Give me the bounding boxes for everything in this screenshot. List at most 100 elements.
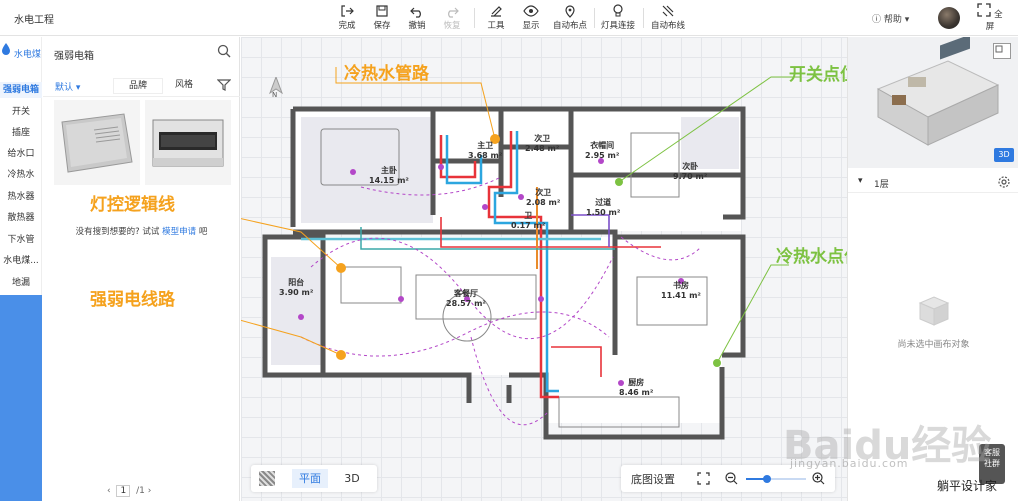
- gear-icon[interactable]: [998, 176, 1010, 188]
- no-selection-message: 尚未选中画布对象: [897, 340, 970, 350]
- auto-points-button[interactable]: 自动布点: [552, 2, 588, 34]
- room-label[interactable]: 阳台 3.90 m²: [279, 278, 313, 298]
- filter-funnel-icon[interactable]: [217, 78, 231, 92]
- expand-view-icon[interactable]: [993, 43, 1011, 59]
- search-input[interactable]: 强弱电箱: [54, 47, 94, 62]
- room-area: 2.08 m²: [526, 198, 561, 207]
- category-item[interactable]: 开关: [0, 104, 42, 117]
- category-item[interactable]: 热水器: [0, 189, 42, 202]
- lamp-connect-label: 灯具连接: [600, 21, 635, 31]
- floor-selector[interactable]: ▾ 1层: [848, 171, 1018, 193]
- fit-screen-icon[interactable]: [697, 472, 710, 485]
- toolbar-divider: [643, 8, 644, 28]
- room-label[interactable]: 客餐厅 28.57 m²: [446, 289, 486, 309]
- undo-button[interactable]: 撤销: [407, 2, 427, 34]
- zoom-out-icon[interactable]: [725, 472, 738, 485]
- help-label: 帮助: [883, 15, 902, 25]
- room-name: 厨房: [628, 378, 645, 387]
- product-card-breaker-box[interactable]: [145, 100, 231, 185]
- brand-filter[interactable]: 品牌: [113, 78, 163, 94]
- room-name: 卫: [524, 211, 533, 220]
- category-item[interactable]: 冷热水: [0, 167, 42, 180]
- category-item[interactable]: 地漏: [0, 275, 42, 288]
- zoom-slider-knob[interactable]: [763, 475, 771, 483]
- tools-button[interactable]: 工具: [486, 2, 506, 34]
- room-area: 0.17 m²: [511, 221, 546, 230]
- room-label[interactable]: 次卧 9.70 m²: [673, 162, 707, 182]
- room-label[interactable]: 衣帽间 2.95 m²: [585, 141, 619, 161]
- room-area: 3.68 m²: [468, 151, 503, 160]
- design-canvas[interactable]: N 主卧 14.15 m² 主卫 3.68 m² 次卫 2.48 m² 衣帽间 …: [241, 37, 847, 501]
- save-icon: [376, 5, 388, 17]
- watermark-url: jingyan.baidu.com: [790, 457, 909, 470]
- auto-points-label: 自动布点: [552, 21, 587, 31]
- save-button[interactable]: 保存: [372, 2, 392, 34]
- room-area: 11.41 m²: [661, 291, 701, 300]
- current-page[interactable]: 1: [116, 485, 131, 497]
- top-toolbar: 水电工程 完成 保存 撤销 恢复 工具 显示 自动布点 灯具连接 自动布线 ⓘ …: [0, 0, 1018, 36]
- zoom-in-icon[interactable]: [812, 472, 825, 485]
- next-page-icon[interactable]: ›: [148, 486, 152, 496]
- complete-label: 完成: [338, 21, 356, 31]
- model-request-link[interactable]: 模型申请: [162, 227, 196, 237]
- room-label[interactable]: 书房 11.41 m²: [661, 281, 701, 301]
- room-area: 2.48 m²: [525, 144, 560, 153]
- category-header[interactable]: 水电煤: [0, 43, 42, 60]
- category-item[interactable]: 散热器: [0, 210, 42, 223]
- style-filter[interactable]: 风格: [159, 78, 209, 94]
- distribution-box-image: [54, 100, 140, 185]
- room-label[interactable]: 主卫 3.68 m²: [468, 141, 502, 161]
- product-card-panel-box[interactable]: [54, 100, 140, 185]
- undo-label: 撤销: [408, 21, 426, 31]
- category-item[interactable]: 下水管: [0, 232, 42, 245]
- room-label[interactable]: 过道 1.50 m²: [586, 198, 620, 218]
- category-item[interactable]: 给水口: [0, 146, 42, 159]
- room-name: 书房: [672, 281, 689, 290]
- auto-wiring-label: 自动布线: [650, 21, 685, 31]
- lamp-connect-button[interactable]: 灯具连接: [600, 2, 636, 34]
- room-name: 过道: [595, 198, 612, 207]
- room-label[interactable]: 厨房 8.46 m²: [619, 378, 653, 398]
- 3d-toggle-button[interactable]: 3D: [994, 148, 1014, 162]
- user-avatar[interactable]: [938, 7, 960, 29]
- help-menu[interactable]: ⓘ 帮助 ▾: [872, 12, 909, 25]
- room-area: 2.95 m²: [585, 151, 620, 160]
- pagination: ‹ 1 /1 ›: [107, 485, 151, 497]
- search-icon[interactable]: [217, 44, 231, 58]
- category-item[interactable]: 强弱电箱: [0, 82, 42, 98]
- wiring-icon: [662, 5, 674, 17]
- complete-button[interactable]: 完成: [337, 2, 357, 34]
- zoom-slider[interactable]: [746, 475, 806, 483]
- undo-icon: [410, 7, 421, 18]
- save-label: 保存: [373, 21, 391, 31]
- room-label[interactable]: 次卫 2.48 m²: [525, 134, 559, 154]
- auto-wiring-button[interactable]: 自动布线: [650, 2, 686, 34]
- caret-down-icon: ▾: [904, 15, 910, 25]
- room-label[interactable]: 卫 0.17 m²: [511, 211, 545, 231]
- room-label[interactable]: 次卫 2.08 m²: [526, 188, 560, 208]
- plan-view-tab[interactable]: 平面: [292, 469, 328, 488]
- empty-box-icon: [918, 296, 950, 326]
- category-item[interactable]: 插座: [0, 125, 42, 138]
- redo-button[interactable]: 恢复: [442, 2, 462, 34]
- room-label[interactable]: 主卧 14.15 m²: [369, 166, 409, 186]
- toolbar-divider: [594, 8, 595, 28]
- annotation-light-logic: 灯控逻辑线: [90, 195, 175, 215]
- category-nav: 水电煤 强弱电箱 开关 插座 给水口 冷热水 热水器 散热器 下水管 水电煤..…: [0, 37, 42, 501]
- 3d-preview[interactable]: 3D: [848, 34, 1018, 168]
- product-panel: 强弱电箱 默认 ▾ 品牌 风格 没有搜到想要的? 试试 模型申请 吧 ‹ 1 /…: [43, 37, 240, 501]
- sort-default-dropdown[interactable]: 默认 ▾: [55, 80, 80, 93]
- pin-icon: [565, 5, 575, 18]
- category-item[interactable]: 水电煤...: [0, 253, 42, 266]
- water-drop-icon: [2, 43, 11, 55]
- layer-pattern-icon[interactable]: [259, 471, 275, 486]
- annotation-water-point: 冷热水点位: [776, 247, 847, 267]
- caret-down-icon: ▾: [858, 176, 863, 186]
- fullscreen-button[interactable]: 全屏: [976, 3, 1004, 32]
- base-map-settings-button[interactable]: 底图设置: [631, 471, 675, 487]
- 3d-view-tab[interactable]: 3D: [337, 469, 367, 488]
- room-name: 次卫: [534, 134, 551, 143]
- annotation-switch-point: 开关点位: [789, 65, 847, 85]
- prev-page-icon[interactable]: ‹: [107, 486, 111, 496]
- display-button[interactable]: 显示: [521, 2, 541, 34]
